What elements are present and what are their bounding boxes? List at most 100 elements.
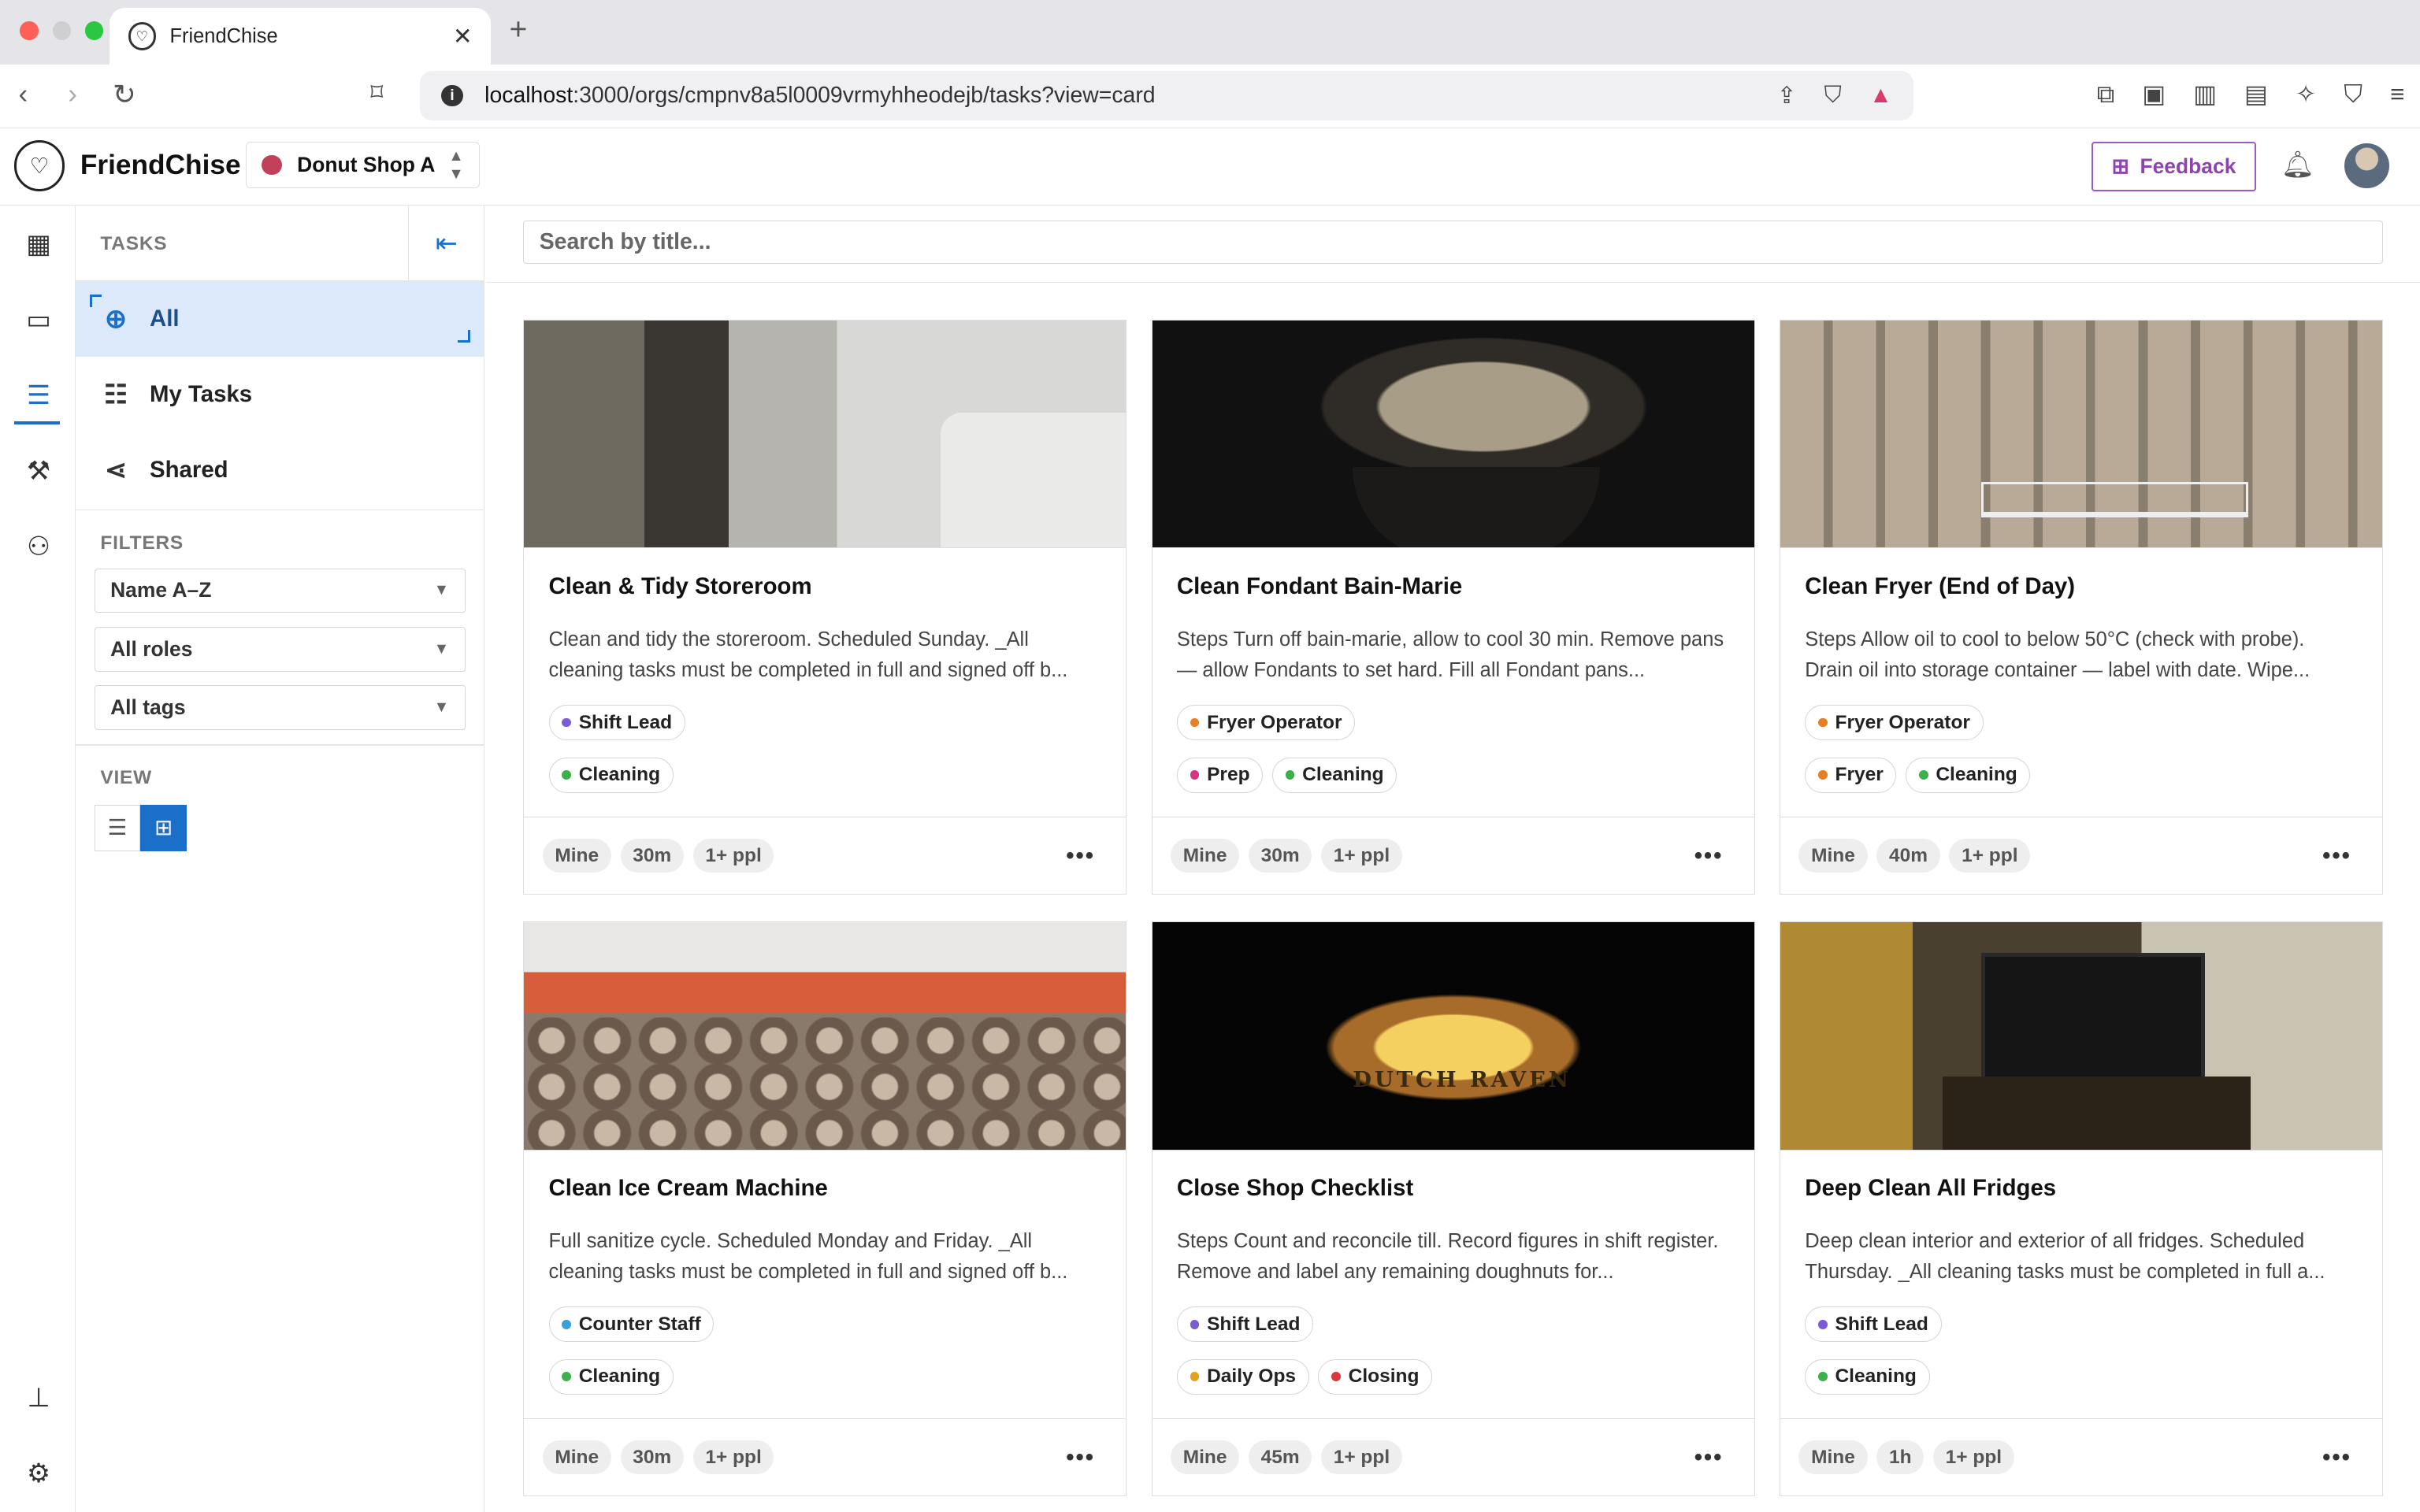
users-icon[interactable]: ⚇ [19,526,59,566]
more-options-icon[interactable]: ••• [1694,1444,1724,1471]
more-options-icon[interactable]: ••• [1066,843,1095,869]
task-card[interactable]: Clean & Tidy Storeroom Clean and tidy th… [523,319,1127,895]
minimize-window-button[interactable] [52,21,72,40]
browser-tab[interactable]: ♡ FriendChise ✕ [109,7,492,65]
tag-badge: Cleaning [1271,757,1397,793]
tag-color-dot [562,717,571,728]
main-content: Clean & Tidy Storeroom Clean and tidy th… [486,205,2420,1512]
rewards-icon[interactable]: ▲ [1869,82,1892,109]
tag-label: Shift Lead [578,711,673,733]
tag-badge: Prep [1176,757,1264,793]
task-card[interactable]: Deep Clean All Fridges Deep clean interi… [1779,921,2383,1497]
tags-select[interactable]: All tags ▼ [94,685,466,731]
tag-label: Fryer Operator [1835,711,1970,733]
tag-label: Prep [1207,764,1250,786]
task-card[interactable]: Clean Ice Cream Machine Full sanitize cy… [523,921,1127,1497]
tag-label: Shift Lead [1207,1313,1301,1335]
sidebar-toggle-icon[interactable]: ▥ [2193,80,2217,109]
tag-label: Fryer [1835,764,1884,786]
tag-label: Cleaning [1835,1366,1917,1388]
task-card[interactable]: Clean Fondant Bain-Marie Steps Turn off … [1151,319,1755,895]
logo-icon[interactable]: ♡ [13,140,65,191]
close-window-button[interactable] [20,21,39,40]
tag-label: Daily Ops [1207,1366,1297,1388]
brave-shield-icon[interactable]: ⛉ [1824,82,1842,109]
tag-label: Fryer Operator [1207,711,1342,733]
user-avatar[interactable] [2344,143,2389,188]
task-description: Clean and tidy the storeroom. Scheduled … [548,628,1068,682]
tasks-list-icon[interactable]: ☰ [19,375,59,415]
chevron-updown-icon: ▲ ▼ [448,146,464,183]
people-chip: 1+ ppl [1321,1440,1402,1475]
browser-menu-icon[interactable]: ≡ [2390,80,2404,109]
shop-name: Donut Shop A [297,153,436,177]
list-icon: ☰ [107,815,128,840]
extensions-icon[interactable]: ⧉ [2097,80,2114,109]
site-info-icon[interactable]: i [441,84,463,107]
roles-select[interactable]: All roles ▼ [94,626,466,672]
owner-chip: Mine [542,1440,611,1475]
task-card-footer: Mine 45m 1+ ppl ••• [1152,1418,1754,1495]
task-card[interactable]: Close Shop Checklist Steps Count and rec… [1151,921,1755,1497]
task-card-footer: Mine 30m 1+ ppl ••• [1152,817,1754,894]
tag-color-dot [1817,717,1828,728]
favicon-icon: ♡ [128,22,156,50]
share-icon: ⋖ [104,455,127,485]
tag-color-dot [1918,770,1928,780]
more-options-icon[interactable]: ••• [1694,843,1724,869]
sidebar-item-shared[interactable]: ⋖ Shared [76,432,484,508]
checklist-icon: ☷ [104,380,128,410]
task-thumbnail [1152,320,1754,549]
search-input[interactable] [523,220,2383,264]
task-description: Steps Allow oil to cool to below 50°C (c… [1805,628,2311,682]
task-thumbnail [1780,921,2382,1151]
notifications-bell-icon[interactable]: 🔔︎ [2281,150,2314,180]
sort-select[interactable]: Name A–Z ▼ [94,568,466,613]
tag-color-dot [1331,1372,1341,1382]
reload-icon[interactable]: ↻ [113,79,136,111]
bookmark-icon[interactable]: ⌑ [370,79,383,107]
role-badge: Shift Lead [548,705,685,741]
collapse-sidebar-icon[interactable]: ⇤ [408,205,484,281]
task-card[interactable]: Clean Fryer (End of Day) Steps Allow oil… [1779,319,2383,895]
shop-selector[interactable]: Donut Shop A ▲ ▼ [245,142,481,188]
more-options-icon[interactable]: ••• [2322,843,2351,869]
wrench-icon[interactable]: ⚒ [19,450,59,491]
new-tab-icon[interactable]: + [510,13,528,47]
sidebar-item-my-tasks[interactable]: ☷ My Tasks [76,357,484,432]
reader-icon[interactable]: ▣ [2142,80,2166,109]
feedback-button[interactable]: ⊞ Feedback [2091,142,2257,191]
people-chip: 1+ ppl [692,1440,774,1475]
sidebar-item-all[interactable]: ⊕ All [76,280,484,357]
org-chart-icon[interactable]: ⊥ [19,1378,59,1418]
owner-chip: Mine [542,839,611,873]
forward-icon[interactable]: › [68,79,77,110]
wallet-icon[interactable]: ▤ [2244,80,2268,109]
buildings-icon[interactable]: ▦ [19,224,59,264]
tag-badge: Cleaning [548,757,674,793]
tag-label: Shift Lead [1835,1313,1928,1335]
settings-gear-icon[interactable]: ⚙ [19,1454,59,1494]
calendar-icon[interactable]: ▭ [19,299,59,339]
task-thumbnail [1152,921,1754,1151]
close-tab-icon[interactable]: ✕ [453,23,473,50]
rail-active-indicator [13,421,61,424]
duration-chip: 30m [620,1440,684,1475]
card-view-button[interactable]: ⊞ [140,804,187,851]
share-page-icon[interactable]: ⇪ [1777,82,1797,109]
vpn-icon[interactable]: ⛉ [2344,80,2362,109]
back-icon[interactable]: ‹ [19,79,28,110]
url-field[interactable]: i localhost:3000/orgs/cmpnv8a5l0009vrmyh… [419,71,1914,120]
more-options-icon[interactable]: ••• [2322,1444,2351,1471]
maximize-window-button[interactable] [84,21,104,40]
view-heading: VIEW [100,767,153,789]
leo-ai-icon[interactable]: ✧ [2296,80,2316,109]
chevron-down-icon: ▼ [433,639,450,658]
tag-color-dot [1817,770,1828,780]
tag-badge: Cleaning [1906,757,2031,793]
shop-logo-icon [262,154,282,176]
more-options-icon[interactable]: ••• [1066,1444,1095,1471]
focus-corner-bottom-right [457,330,470,343]
list-view-button[interactable]: ☰ [94,804,141,851]
task-thumbnail [1780,320,2382,549]
